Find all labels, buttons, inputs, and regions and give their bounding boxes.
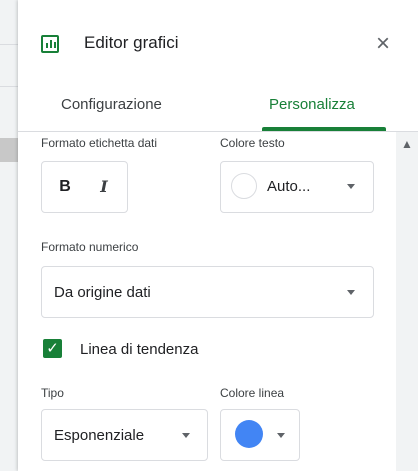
backdrop-cell — [0, 138, 18, 162]
text-color-dropdown[interactable]: Auto... — [220, 161, 374, 213]
trendline-label: Linea di tendenza — [80, 341, 199, 358]
chevron-down-icon — [347, 184, 355, 189]
close-icon[interactable]: × — [370, 31, 396, 57]
text-color-value: Auto... — [267, 178, 311, 195]
line-color-swatch — [235, 420, 263, 448]
backdrop-divider — [0, 86, 18, 87]
chart-icon — [41, 35, 59, 53]
data-label-format-label: Formato etichetta dati — [41, 136, 158, 150]
data-label-format-group: B I — [41, 161, 128, 213]
text-color-label: Colore testo — [220, 136, 285, 150]
number-format-label: Formato numerico — [41, 240, 139, 254]
number-format-value: Da origine dati — [54, 284, 151, 301]
sheet-backdrop — [0, 0, 20, 471]
backdrop-divider — [0, 44, 18, 45]
bold-button[interactable]: B — [45, 162, 85, 212]
chart-editor-panel: Editor grafici × Configurazione Personal… — [18, 0, 418, 471]
text-color-swatch — [231, 173, 257, 199]
trend-type-dropdown[interactable]: Esponenziale — [41, 409, 208, 461]
trend-type-value: Esponenziale — [54, 427, 145, 444]
line-color-dropdown[interactable] — [220, 409, 300, 461]
panel-header: Editor grafici × — [18, 0, 418, 88]
panel-scrollbar[interactable]: ▲ — [396, 132, 418, 471]
tab-personalizza[interactable]: Personalizza — [269, 96, 355, 130]
customize-content: Formato etichetta dati B I Colore testo … — [18, 132, 396, 471]
scroll-up-icon[interactable]: ▲ — [401, 138, 413, 150]
trendline-checkbox[interactable]: ✓ — [43, 339, 62, 358]
trend-type-label: Tipo — [41, 386, 64, 400]
italic-button[interactable]: I — [84, 162, 124, 212]
number-format-dropdown[interactable]: Da origine dati — [41, 266, 374, 318]
chevron-down-icon — [182, 433, 190, 438]
chevron-down-icon — [277, 433, 285, 438]
editor-tabs: Configurazione Personalizza — [18, 96, 418, 130]
panel-title: Editor grafici — [84, 33, 179, 52]
line-color-label: Colore linea — [220, 386, 285, 400]
tab-configurazione[interactable]: Configurazione — [61, 96, 162, 130]
chevron-down-icon — [347, 290, 355, 295]
